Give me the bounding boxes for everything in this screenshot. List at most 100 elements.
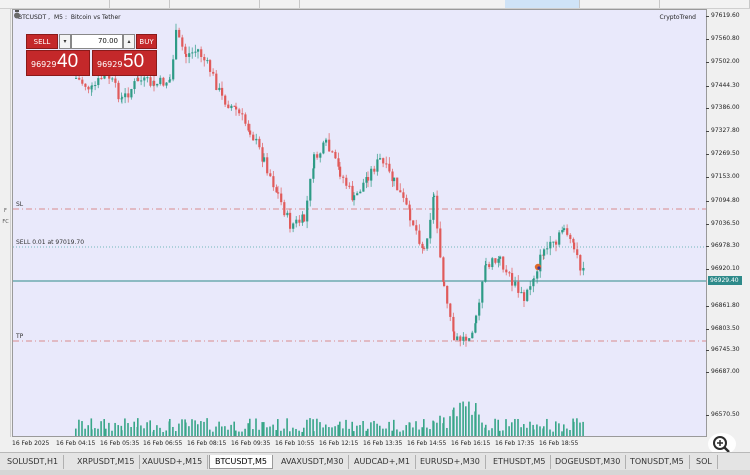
candle-body — [356, 193, 359, 196]
toolbar-algo-button[interactable] — [505, 0, 580, 8]
candle-body — [175, 29, 178, 60]
left-tool-item[interactable]: FC — [1, 217, 10, 227]
candle-body — [396, 177, 399, 191]
sell-button[interactable]: SELL — [26, 34, 58, 49]
volume-bar — [188, 426, 190, 436]
candle-body — [418, 230, 421, 244]
volume-bar — [241, 431, 243, 436]
volume-bar — [325, 424, 327, 436]
volume-bar — [514, 418, 516, 436]
candle-body — [252, 134, 255, 141]
chart-tab[interactable]: BTCUSDT,M5 — [209, 455, 274, 469]
toolbar-group[interactable] — [660, 0, 750, 8]
price-tick-label: 96745.30 — [706, 346, 740, 353]
volume-bar — [227, 429, 229, 436]
candle-body — [388, 163, 391, 172]
candle-body — [325, 139, 328, 143]
volume-bar — [399, 431, 401, 436]
time-tick-label: 16 Feb 10:55 — [275, 440, 315, 447]
buy-button[interactable]: BUY — [136, 34, 157, 49]
volume-bar — [505, 419, 507, 436]
volume-bar — [517, 418, 519, 436]
candle-body — [197, 49, 200, 52]
candle-body — [272, 176, 275, 188]
candle-body — [517, 281, 520, 293]
toolbar-group[interactable] — [260, 0, 300, 8]
toolbar-group[interactable] — [580, 0, 660, 8]
candle-body — [306, 200, 309, 222]
candle-body — [529, 286, 532, 290]
toolbar-group[interactable] — [0, 0, 110, 8]
candle-body — [402, 192, 405, 198]
volume-bar — [178, 423, 180, 436]
candle-body — [348, 185, 351, 187]
chart-tab[interactable]: SOLUSDT,H1 — [2, 455, 65, 469]
candle-body — [465, 336, 468, 341]
lot-decrease-button[interactable]: ▾ — [59, 34, 71, 49]
candle-body — [185, 53, 188, 57]
chart-tab[interactable]: EURUSD+,M30 — [415, 455, 486, 469]
chart-tab[interactable]: AUDCAD+,M1 — [349, 455, 416, 469]
lot-size-input[interactable]: 70.00 — [71, 34, 123, 49]
toolbar-group[interactable] — [110, 0, 170, 8]
candle-body — [491, 258, 494, 268]
chart-tab[interactable]: ETHUSDT,M5 — [488, 455, 552, 469]
volume-bar — [275, 430, 277, 436]
candle-body — [563, 228, 566, 231]
volume-bar — [266, 427, 268, 436]
chart-tab[interactable]: XRPUSDT,M15 — [72, 455, 141, 469]
volume-bar — [356, 425, 358, 436]
volume-bar — [100, 421, 102, 436]
terminal-window: F FC BTCUSDT, M5: Bitcoin vs Tether Cryp… — [0, 0, 750, 475]
candle-body — [114, 78, 117, 83]
volume-bar — [191, 419, 193, 436]
candle-body — [235, 106, 238, 110]
volume-bar — [396, 429, 398, 436]
volume-bar — [75, 428, 77, 436]
price-axis[interactable]: 96929.40 97619.60 97560.80 97502.00 97444.3… — [706, 9, 750, 437]
candle-body — [258, 138, 261, 148]
candle-body — [409, 208, 412, 221]
chart-tab[interactable]: XAUUSD+,M15 — [137, 455, 209, 469]
chart-tab[interactable]: AVAXUSDT,M30 — [276, 455, 350, 469]
indicator-label: CryptoTrend — [659, 14, 696, 21]
volume-bar — [485, 424, 487, 436]
tabbar-scrollbar[interactable] — [0, 470, 750, 475]
toolbar-group[interactable] — [170, 0, 260, 8]
candle-body — [322, 142, 325, 154]
lot-increase-button[interactable]: ▴ — [123, 34, 135, 49]
volume-bar — [429, 429, 431, 436]
trade-marker-dot — [537, 266, 541, 270]
chart-tab[interactable]: SOL — [691, 455, 718, 469]
candle-body — [91, 85, 94, 87]
candle-body — [543, 249, 546, 256]
indicator-icon[interactable] — [13, 10, 21, 19]
candle-body — [475, 315, 478, 324]
candle-body — [526, 289, 529, 301]
candle-body — [117, 82, 120, 100]
candle-body — [449, 303, 452, 317]
volume-bar — [159, 427, 161, 436]
candle-body — [443, 281, 446, 286]
chart-tab[interactable]: TONUSDT,M5 — [625, 455, 690, 469]
volume-bar — [143, 428, 145, 436]
volume-bar — [130, 426, 132, 436]
candle-body — [478, 302, 481, 316]
volume-bar — [111, 430, 113, 436]
volume-bar — [309, 418, 311, 436]
candle-body — [181, 37, 184, 47]
left-tool-item[interactable]: F — [1, 206, 10, 216]
volume-bar — [367, 428, 369, 436]
sell-price-button[interactable]: 96929 40 — [26, 50, 90, 76]
volume-bar — [185, 422, 187, 436]
volume-bar — [114, 422, 116, 436]
volume-bar — [508, 426, 510, 436]
volume-bar — [481, 422, 483, 436]
buy-price-button[interactable]: 96929 50 — [92, 50, 157, 76]
candle-body — [309, 178, 312, 201]
chart-tab[interactable]: DOGEUSDT,M30 — [550, 455, 627, 469]
time-axis[interactable]: 16 Feb 2025 16 Feb 04:15 16 Feb 05:35 16 Fe… — [12, 437, 707, 451]
price-chart[interactable]: BTCUSDT, M5: Bitcoin vs Tether CryptoTre… — [12, 9, 707, 437]
volume-bar — [443, 417, 445, 436]
candle-body — [485, 264, 488, 266]
